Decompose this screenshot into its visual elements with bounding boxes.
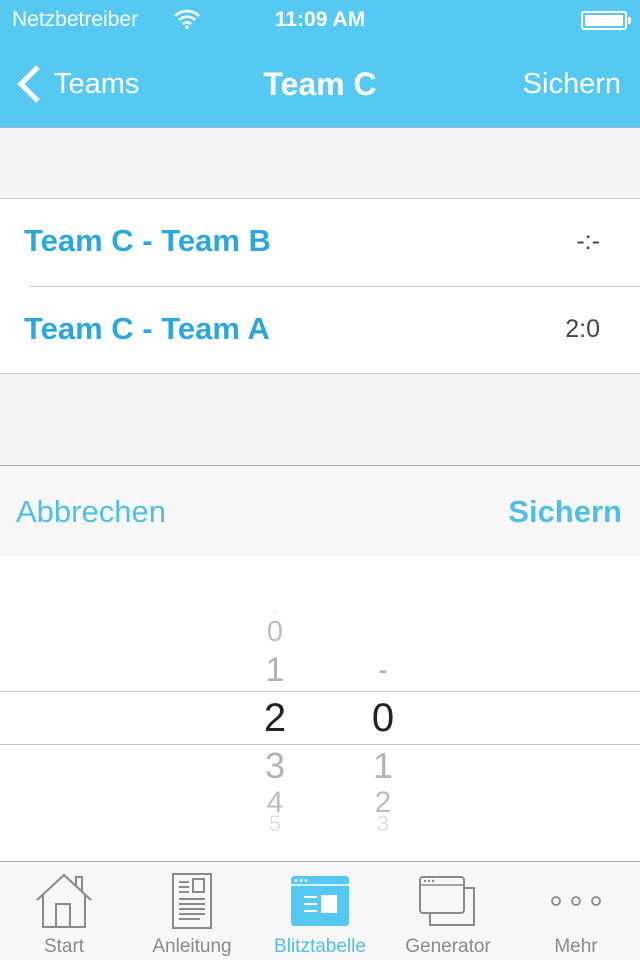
house-icon [36, 873, 92, 928]
picker-option[interactable]: 0 [235, 617, 315, 647]
tab-label: Anleitung [152, 936, 232, 957]
more-dots-icon [551, 896, 601, 906]
picker-toolbar: Abbrechen Sichern [0, 465, 640, 556]
status-bar: Netzbetreiber 11:09 AM [0, 0, 640, 40]
selection-indicator-bottom [0, 744, 640, 745]
home-goals-wheel[interactable]: -012345 [235, 556, 315, 861]
match-title: Team C - Team B [24, 223, 271, 258]
match-title: Team C - Team A [24, 311, 270, 346]
picker-option[interactable]: 1 [235, 653, 315, 687]
tab-label: Generator [405, 936, 491, 957]
tab-generator[interactable]: Generator [384, 862, 512, 960]
tab-start[interactable]: Start [0, 862, 128, 960]
away-goals-wheel[interactable]: -0123 [343, 556, 423, 861]
battery-icon [581, 11, 627, 30]
score-picker: -012345 -0123 [0, 556, 640, 861]
confirm-save-button[interactable]: Sichern [508, 494, 622, 530]
battery-tip [628, 17, 631, 24]
tab-label: Start [43, 936, 85, 957]
tab-blitztabelle[interactable]: Blitztabelle [256, 862, 384, 960]
navigation-bar: Teams Team C Sichern [0, 40, 640, 128]
table-window-icon [291, 876, 349, 926]
match-score: 2:0 [565, 315, 600, 343]
picker-option[interactable]: - [351, 653, 415, 687]
tab-label: Blitztabelle [274, 936, 366, 957]
windows-stack-icon [419, 876, 475, 926]
document-icon [172, 873, 212, 929]
cancel-button[interactable]: Abbrechen [16, 494, 166, 530]
tab-mehr[interactable]: Mehr [512, 862, 640, 960]
status-time: 11:09 AM [274, 8, 366, 31]
back-button[interactable]: Teams [16, 62, 139, 106]
back-button-label: Teams [54, 67, 140, 100]
match-row[interactable]: Team C - Team A 2:0 [0, 287, 640, 374]
selection-indicator-top [0, 691, 640, 692]
picker-option[interactable]: 1 [343, 748, 423, 784]
picker-option[interactable]: 0 [343, 698, 423, 738]
chevron-left-icon [17, 65, 40, 103]
picker-option[interactable]: 5 [235, 813, 315, 835]
tab-bar: Start Anleitung Blitztabelle Generator M… [0, 861, 640, 960]
section-spacer [0, 374, 640, 465]
tab-label: Mehr [554, 936, 598, 957]
match-row[interactable]: Team C - Team B -:- [0, 199, 640, 287]
header: Netzbetreiber 11:09 AM Teams Team C Sich… [0, 0, 640, 128]
picker-option[interactable]: 2 [235, 698, 315, 738]
picker-option[interactable]: 3 [343, 813, 423, 835]
match-score: -:- [576, 227, 600, 255]
nav-save-button[interactable]: Sichern [523, 68, 621, 101]
match-list: Team C - Team B -:- Team C - Team A 2:0 [0, 198, 640, 374]
section-spacer [0, 129, 640, 198]
tab-anleitung[interactable]: Anleitung [128, 862, 256, 960]
picker-option[interactable]: 3 [235, 748, 315, 784]
